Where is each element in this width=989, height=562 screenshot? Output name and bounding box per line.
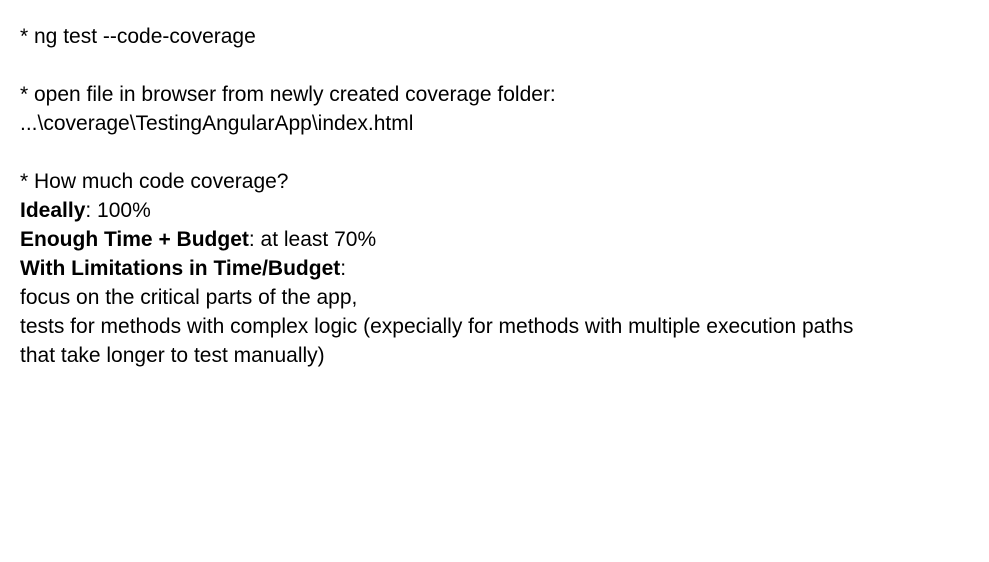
focus-line: focus on the critical parts of the app,: [20, 286, 358, 309]
notes-document: * ng test --code-coverage * open file in…: [20, 22, 970, 370]
ideally-label: Ideally: [20, 199, 86, 222]
tests-line: tests for methods with complex logic (ex…: [20, 315, 854, 338]
question-line: * How much code coverage?: [20, 170, 289, 193]
manual-line: that take longer to test manually): [20, 344, 325, 367]
enough-time-label: Enough Time + Budget: [20, 228, 249, 251]
ideally-value: : 100%: [85, 199, 151, 222]
enough-time-line: Enough Time + Budget: at least 70%: [20, 225, 970, 254]
enough-time-value: : at least 70%: [248, 228, 377, 251]
coverage-path-line: ...\coverage\TestingAngularApp\index.htm…: [20, 112, 414, 135]
ideally-line: Ideally: 100%: [20, 196, 970, 225]
limitations-label: With Limitations in Time/Budget: [20, 257, 341, 280]
command-line: * ng test --code-coverage: [20, 25, 256, 48]
open-file-line: * open file in browser from newly create…: [20, 83, 556, 106]
limitations-value: :: [340, 257, 347, 280]
limitations-line: With Limitations in Time/Budget:: [20, 254, 970, 283]
